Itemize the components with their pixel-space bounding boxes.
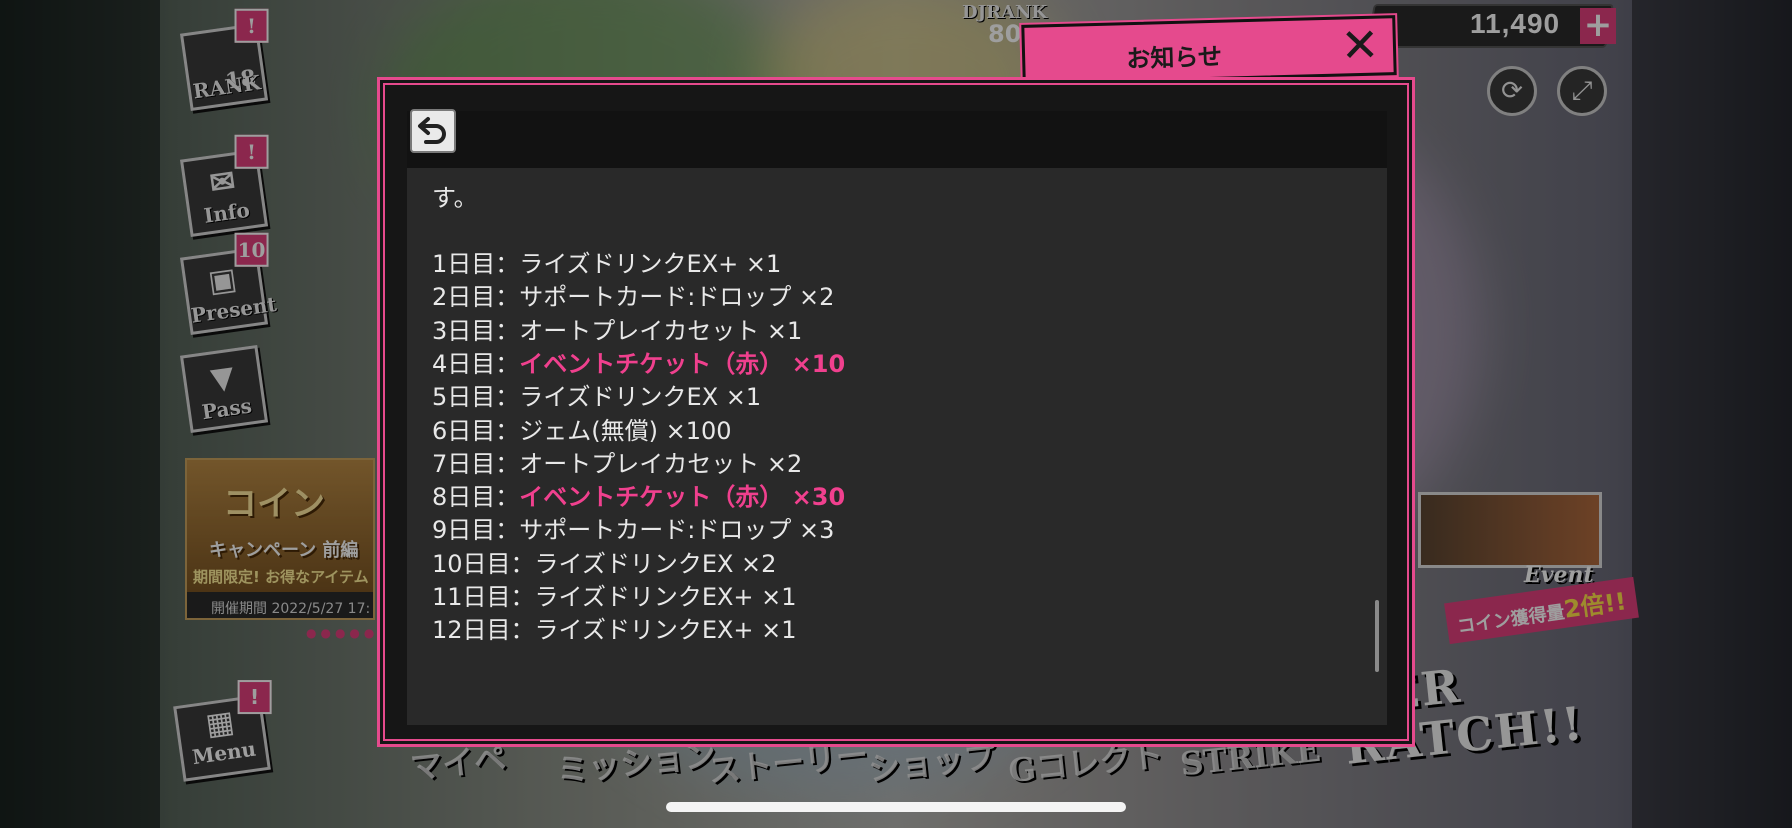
reward-item-highlight: イベントチケット（赤） ×10 [519,349,846,378]
reward-day: 2日目： [432,283,520,312]
notice-header-tab: お知らせ ✕ [1021,15,1397,85]
notice-intro-line: す。 [432,184,478,212]
notice-title: お知らせ [1126,42,1223,74]
reward-day: 6日目： [432,416,520,445]
reward-item: サポートカード:ドロップ ×2 [519,283,835,312]
reward-line: 3日目：オートプレイカセット ×1 [432,311,802,346]
reward-line: 7日目：オートプレイカセット ×2 [432,444,802,479]
reward-line: 4日目：イベントチケット（赤） ×10 [432,344,845,379]
reward-day: 9日目： [432,516,520,545]
reward-day: 4日目： [432,349,520,378]
reward-item: オートプレイカセット ×2 [519,449,803,478]
notice-modal: す。 1日目：ライズドリンクEX+ ×1 2日目：サポートカード:ドロップ ×2 3… [377,77,1415,747]
notice-body[interactable]: す。 1日目：ライズドリンクEX+ ×1 2日目：サポートカード:ドロップ ×2 3… [407,168,1387,725]
reward-item: ライズドリンクEX ×2 [534,549,777,578]
back-button[interactable] [410,109,456,153]
reward-line: 6日目：ジェム(無償) ×100 [432,411,732,446]
reward-line: 5日目：ライズドリンクEX ×1 [432,377,761,412]
reward-line: 8日目：イベントチケット（赤） ×30 [432,477,845,512]
reward-item: オートプレイカセット ×1 [519,316,803,345]
reward-line: 1日目：ライズドリンクEX+ ×1 [432,244,781,279]
reward-day: 5日目： [432,383,520,412]
reward-day: 10日目： [432,549,535,578]
notice-scrollbar[interactable] [1375,600,1379,672]
reward-day: 8日目： [432,483,520,512]
reward-day: 3日目： [432,316,520,345]
reward-day: 11日目： [432,583,535,611]
reward-day: 7日目： [432,449,520,478]
reward-item: ライズドリンクEX+ ×1 [534,616,797,645]
back-arrow-icon [418,117,446,144]
reward-line: 12日目：ライズドリンクEX+ ×1 [432,610,797,645]
close-icon[interactable]: ✕ [1336,18,1383,73]
reward-item: ライズドリンクEX+ ×1 [534,583,797,611]
reward-item: ジェム(無償) ×100 [519,416,732,445]
reward-item: ライズドリンクEX ×1 [519,383,762,412]
reward-day: 1日目： [432,250,520,278]
reward-item-highlight: イベントチケット（赤） ×30 [519,483,846,512]
reward-line: 9日目：サポートカード:ドロップ ×3 [432,510,834,545]
reward-item: ライズドリンクEX+ ×1 [519,250,782,278]
reward-line: 10日目：ライズドリンクEX ×2 [432,544,776,579]
home-indicator[interactable] [666,802,1126,812]
reward-item: サポートカード:ドロップ ×3 [519,516,835,545]
reward-line: 11日目：ライズドリンクEX+ ×1 [432,577,797,612]
reward-line: 2日目：サポートカード:ドロップ ×2 [432,277,834,312]
reward-day: 12日目： [432,616,535,645]
